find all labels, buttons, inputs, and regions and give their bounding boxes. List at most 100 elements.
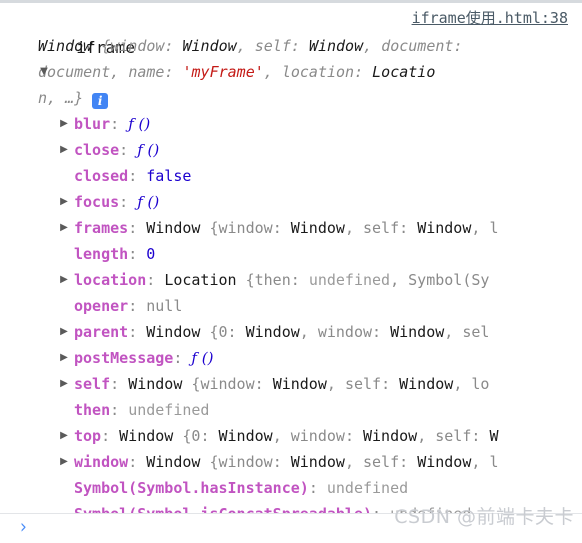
property-colon: : xyxy=(128,323,147,341)
value-token: W xyxy=(489,427,499,445)
value-token: ƒ () xyxy=(137,141,160,159)
value-token: Location xyxy=(164,271,237,289)
value-token: then xyxy=(254,271,291,289)
info-icon[interactable]: i xyxy=(92,93,109,109)
value-token: Window xyxy=(146,219,201,237)
object-property-list: ▶ blur: ƒ () ▶ close: ƒ () closed: false ▶ foc… xyxy=(0,111,582,543)
value-token: window xyxy=(218,453,273,471)
console-message-group: iframe iframe使用.html:38 Window {window: … xyxy=(0,3,582,543)
object-property-row[interactable]: ▶ window: Window {window: Window, self: W… xyxy=(0,449,582,475)
object-property-row[interactable]: ▶ focus: ƒ () xyxy=(0,189,582,215)
object-property-row[interactable]: ▶ top: Window {0: Window, window: Window,… xyxy=(0,423,582,449)
value-token: 0 xyxy=(146,245,156,263)
value-token: document xyxy=(381,37,454,55)
value-token: , xyxy=(236,37,255,55)
source-link[interactable]: iframe使用.html:38 xyxy=(412,3,568,33)
object-preview-line: Window {window: Window, self: Window, do… xyxy=(0,33,582,59)
value-token: : xyxy=(399,219,418,237)
property-colon: : xyxy=(101,427,120,445)
object-property-row: closed: false xyxy=(0,163,582,189)
value-token: , xyxy=(326,375,345,393)
object-property-row[interactable]: ▶ self: Window {window: Window, self: Win… xyxy=(0,371,582,397)
console-prompt-input[interactable] xyxy=(40,517,572,539)
chevron-right-icon[interactable]: ▶ xyxy=(58,267,70,293)
value-token: { xyxy=(182,375,201,393)
value-token: Window xyxy=(363,427,418,445)
value-token: Window xyxy=(272,375,327,393)
value-token: : xyxy=(344,427,363,445)
object-property-row[interactable]: ▶ close: ƒ () xyxy=(0,137,582,163)
property-name: frames xyxy=(74,219,129,237)
value-token: : xyxy=(290,37,309,55)
value-token: Window xyxy=(146,453,201,471)
value-token: Window xyxy=(119,427,174,445)
object-property-row[interactable]: ▶ location: Location {then: undefined, Sy… xyxy=(0,267,582,293)
value-token: { xyxy=(236,271,255,289)
chevron-right-icon[interactable]: ▶ xyxy=(58,189,70,215)
chevron-right-icon[interactable]: ▶ xyxy=(58,345,70,371)
value-token: location xyxy=(281,63,355,81)
value-token: , xyxy=(344,219,363,237)
value-token: Symbol(Sy xyxy=(408,271,490,289)
object-preview-line: ▼ document, name: 'myFrame', location: Lo… xyxy=(0,59,582,85)
property-name: focus xyxy=(74,193,120,211)
value-token: , xyxy=(363,37,382,55)
value-token: lo xyxy=(471,375,490,393)
value-token: : xyxy=(200,427,219,445)
object-property-row[interactable]: ▶ parent: Window {0: Window, window: Wind… xyxy=(0,319,582,345)
value-token: Window xyxy=(417,219,472,237)
object-property-row[interactable]: ▶ postMessage: ƒ () xyxy=(0,345,582,371)
value-token: : xyxy=(471,427,490,445)
value-token: , xyxy=(471,219,490,237)
value-token: ƒ () xyxy=(137,193,160,211)
object-property-row: length: 0 xyxy=(0,241,582,267)
value-token: : xyxy=(381,375,400,393)
value-token: { xyxy=(200,453,219,471)
value-token: Window xyxy=(290,219,345,237)
value-token: , xyxy=(272,427,291,445)
value-token: undefined xyxy=(128,401,210,419)
value-token: Window xyxy=(128,375,183,393)
chevron-down-icon[interactable]: ▼ xyxy=(38,59,50,85)
value-token: , xyxy=(110,63,129,81)
value-token: window xyxy=(200,375,255,393)
value-token: : xyxy=(164,63,183,81)
chevron-right-icon[interactable]: ▶ xyxy=(58,319,70,345)
chevron-right-icon[interactable]: ▶ xyxy=(58,449,70,475)
chevron-right-icon[interactable]: ▶ xyxy=(58,423,70,449)
value-token: Window xyxy=(399,375,454,393)
value-token: 'myFrame' xyxy=(182,63,264,81)
property-name: postMessage xyxy=(74,349,174,367)
object-preview-line: n, …} i xyxy=(0,85,582,111)
chevron-right-icon[interactable]: ▶ xyxy=(58,137,70,163)
value-token: window xyxy=(110,37,165,55)
value-token: Window xyxy=(182,37,237,55)
value-token: : xyxy=(227,323,246,341)
value-token: : xyxy=(272,219,291,237)
chevron-right-icon[interactable]: ▶ xyxy=(58,371,70,397)
value-token: self xyxy=(344,375,382,393)
property-name: location xyxy=(74,271,147,289)
value-token: , xyxy=(453,375,472,393)
console-prompt-row[interactable]: › xyxy=(0,514,582,543)
value-token: ƒ () xyxy=(191,349,214,367)
value-token: Window xyxy=(146,323,201,341)
chevron-right-icon[interactable]: ▶ xyxy=(58,111,70,137)
value-token: { xyxy=(92,37,111,55)
object-property-row[interactable]: ▶ blur: ƒ () xyxy=(0,111,582,137)
value-token: l xyxy=(489,453,499,471)
property-colon: : xyxy=(128,219,147,237)
object-property-row[interactable]: ▶ frames: Window {window: Window, self: W… xyxy=(0,215,582,241)
property-name: blur xyxy=(74,115,111,133)
property-colon: : xyxy=(308,479,327,497)
value-token: Window xyxy=(308,37,364,55)
value-token: window xyxy=(317,323,373,341)
value-token: : xyxy=(290,271,309,289)
value-token: , xyxy=(444,323,463,341)
property-colon: : xyxy=(128,297,147,315)
value-token: 0 xyxy=(218,323,228,341)
value-token: n, …} xyxy=(38,89,84,107)
value-token: , xyxy=(390,271,409,289)
property-name: self xyxy=(74,375,111,393)
chevron-right-icon[interactable]: ▶ xyxy=(58,215,70,241)
